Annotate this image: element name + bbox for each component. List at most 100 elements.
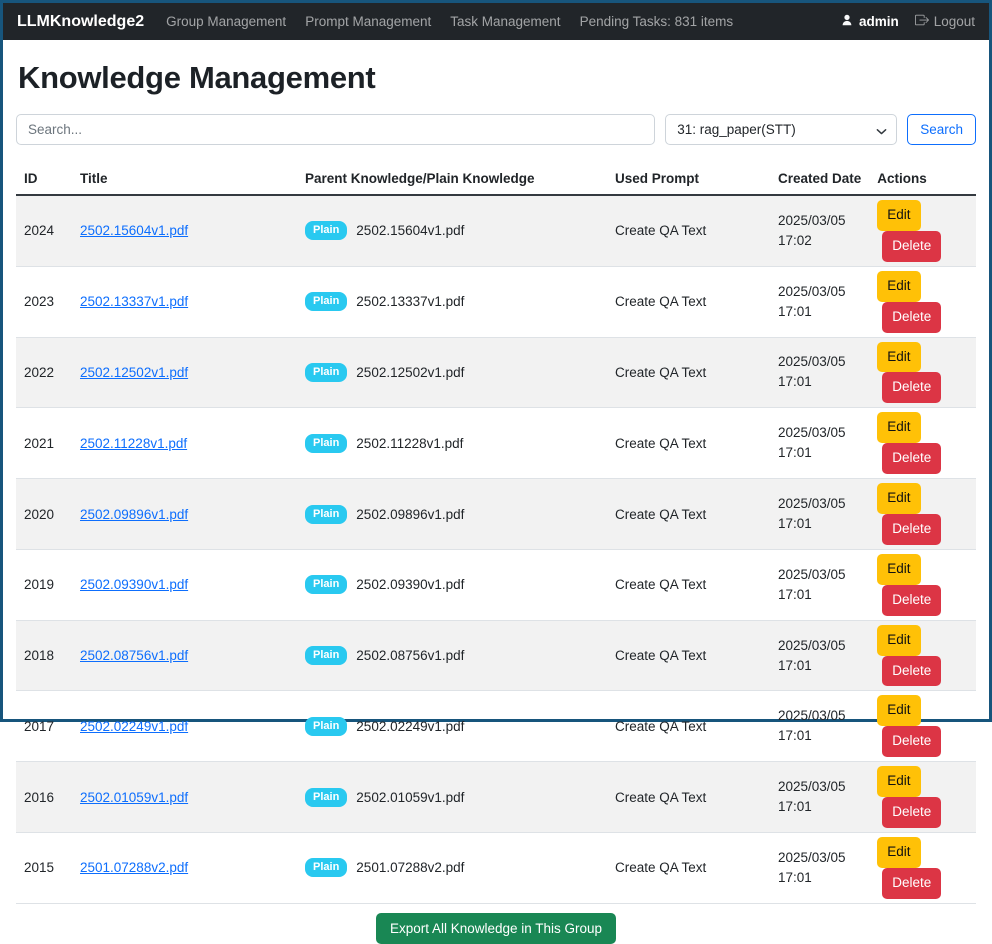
edit-button[interactable]: Edit (877, 483, 920, 514)
cell-actions: Edit Delete (869, 195, 976, 266)
cell-created-date: 2025/03/05 17:01 (770, 479, 869, 550)
delete-button[interactable]: Delete (882, 443, 941, 474)
edit-button[interactable]: Edit (877, 200, 920, 231)
parent-filename: 2501.07288v2.pdf (356, 860, 464, 875)
search-button[interactable]: Search (907, 114, 976, 145)
cell-parent: Plain 2502.08756v1.pdf (305, 646, 599, 665)
table-row: 2018 2502.08756v1.pdf Plain 2502.08756v1… (16, 620, 976, 691)
title-link[interactable]: 2501.07288v2.pdf (80, 860, 188, 875)
created-date: 2025/03/05 (778, 848, 861, 868)
delete-button[interactable]: Delete (882, 726, 941, 757)
edit-button[interactable]: Edit (877, 625, 920, 656)
delete-button[interactable]: Delete (882, 868, 941, 899)
cell-used-prompt: Create QA Text (607, 833, 770, 904)
cell-parent: Plain 2502.09390v1.pdf (305, 575, 599, 594)
created-time: 17:01 (778, 797, 861, 817)
cell-id: 2015 (16, 833, 72, 904)
delete-button[interactable]: Delete (882, 585, 941, 616)
cell-parent: Plain 2502.15604v1.pdf (305, 221, 599, 240)
edit-button[interactable]: Edit (877, 554, 920, 585)
cell-actions: Edit Delete (869, 620, 976, 691)
cell-id: 2021 (16, 408, 72, 479)
cell-actions: Edit Delete (869, 691, 976, 762)
cell-actions: Edit Delete (869, 549, 976, 620)
title-link[interactable]: 2502.13337v1.pdf (80, 294, 188, 309)
header-parent-knowledge: Parent Knowledge/Plain Knowledge (297, 163, 607, 195)
group-select[interactable]: 31: rag_paper(STT) (665, 114, 897, 145)
created-date: 2025/03/05 (778, 706, 861, 726)
table-row: 2024 2502.15604v1.pdf Plain 2502.15604v1… (16, 195, 976, 266)
edit-button[interactable]: Edit (877, 837, 920, 868)
created-date: 2025/03/05 (778, 282, 861, 302)
parent-filename: 2502.08756v1.pdf (356, 648, 464, 663)
plain-badge: Plain (305, 646, 347, 665)
created-date: 2025/03/05 (778, 636, 861, 656)
navbar-right: admin Logout (840, 13, 975, 30)
created-time: 17:01 (778, 372, 861, 392)
title-link[interactable]: 2502.15604v1.pdf (80, 223, 188, 238)
created-date: 2025/03/05 (778, 777, 861, 797)
logout-button[interactable]: Logout (915, 13, 975, 30)
cell-id: 2016 (16, 762, 72, 833)
cell-actions: Edit Delete (869, 408, 976, 479)
export-all-button[interactable]: Export All Knowledge in This Group (376, 913, 616, 944)
table-row: 2015 2501.07288v2.pdf Plain 2501.07288v2… (16, 833, 976, 904)
created-date: 2025/03/05 (778, 494, 861, 514)
delete-button[interactable]: Delete (882, 372, 941, 403)
delete-button[interactable]: Delete (882, 231, 941, 262)
parent-filename: 2502.02249v1.pdf (356, 719, 464, 734)
title-link[interactable]: 2502.09896v1.pdf (80, 507, 188, 522)
plain-badge: Plain (305, 505, 347, 524)
username-label: admin (859, 14, 899, 29)
edit-button[interactable]: Edit (877, 766, 920, 797)
search-input[interactable] (16, 114, 655, 145)
title-link[interactable]: 2502.11228v1.pdf (80, 436, 187, 451)
search-bar: 31: rag_paper(STT) Search (16, 114, 976, 145)
title-link[interactable]: 2502.09390v1.pdf (80, 577, 188, 592)
knowledge-table: ID Title Parent Knowledge/Plain Knowledg… (16, 163, 976, 904)
top-navbar: LLMKnowledge2 Group Management Prompt Ma… (3, 3, 989, 40)
cell-parent: Plain 2502.09896v1.pdf (305, 505, 599, 524)
title-link[interactable]: 2502.01059v1.pdf (80, 790, 188, 805)
person-icon (840, 13, 854, 30)
cell-parent: Plain 2502.02249v1.pdf (305, 717, 599, 736)
plain-badge: Plain (305, 788, 347, 807)
cell-created-date: 2025/03/05 17:01 (770, 620, 869, 691)
edit-button[interactable]: Edit (877, 271, 920, 302)
cell-actions: Edit Delete (869, 266, 976, 337)
created-time: 17:01 (778, 514, 861, 534)
cell-used-prompt: Create QA Text (607, 337, 770, 408)
created-time: 17:01 (778, 656, 861, 676)
cell-parent: Plain 2502.11228v1.pdf (305, 434, 599, 453)
title-link[interactable]: 2502.02249v1.pdf (80, 719, 188, 734)
nav-item-pending-tasks[interactable]: Pending Tasks: 831 items (580, 14, 734, 29)
table-row: 2017 2502.02249v1.pdf Plain 2502.02249v1… (16, 691, 976, 762)
nav-item-group-management[interactable]: Group Management (166, 14, 286, 29)
delete-button[interactable]: Delete (882, 797, 941, 828)
cell-used-prompt: Create QA Text (607, 762, 770, 833)
header-title: Title (72, 163, 297, 195)
app-brand[interactable]: LLMKnowledge2 (17, 13, 144, 31)
cell-parent: Plain 2502.13337v1.pdf (305, 292, 599, 311)
delete-button[interactable]: Delete (882, 302, 941, 333)
main-content: Knowledge Management 31: rag_paper(STT) … (3, 40, 989, 904)
edit-button[interactable]: Edit (877, 412, 920, 443)
cell-id: 2022 (16, 337, 72, 408)
title-link[interactable]: 2502.12502v1.pdf (80, 365, 188, 380)
nav-item-prompt-management[interactable]: Prompt Management (305, 14, 431, 29)
delete-button[interactable]: Delete (882, 514, 941, 545)
parent-filename: 2502.01059v1.pdf (356, 790, 464, 805)
created-time: 17:01 (778, 868, 861, 888)
table-row: 2019 2502.09390v1.pdf Plain 2502.09390v1… (16, 549, 976, 620)
nav-item-task-management[interactable]: Task Management (450, 14, 560, 29)
parent-filename: 2502.15604v1.pdf (356, 223, 464, 238)
delete-button[interactable]: Delete (882, 656, 941, 687)
edit-button[interactable]: Edit (877, 342, 920, 373)
cell-id: 2024 (16, 195, 72, 266)
cell-created-date: 2025/03/05 17:02 (770, 195, 869, 266)
parent-filename: 2502.09390v1.pdf (356, 577, 464, 592)
cell-created-date: 2025/03/05 17:01 (770, 762, 869, 833)
cell-used-prompt: Create QA Text (607, 549, 770, 620)
title-link[interactable]: 2502.08756v1.pdf (80, 648, 188, 663)
created-time: 17:01 (778, 443, 861, 463)
